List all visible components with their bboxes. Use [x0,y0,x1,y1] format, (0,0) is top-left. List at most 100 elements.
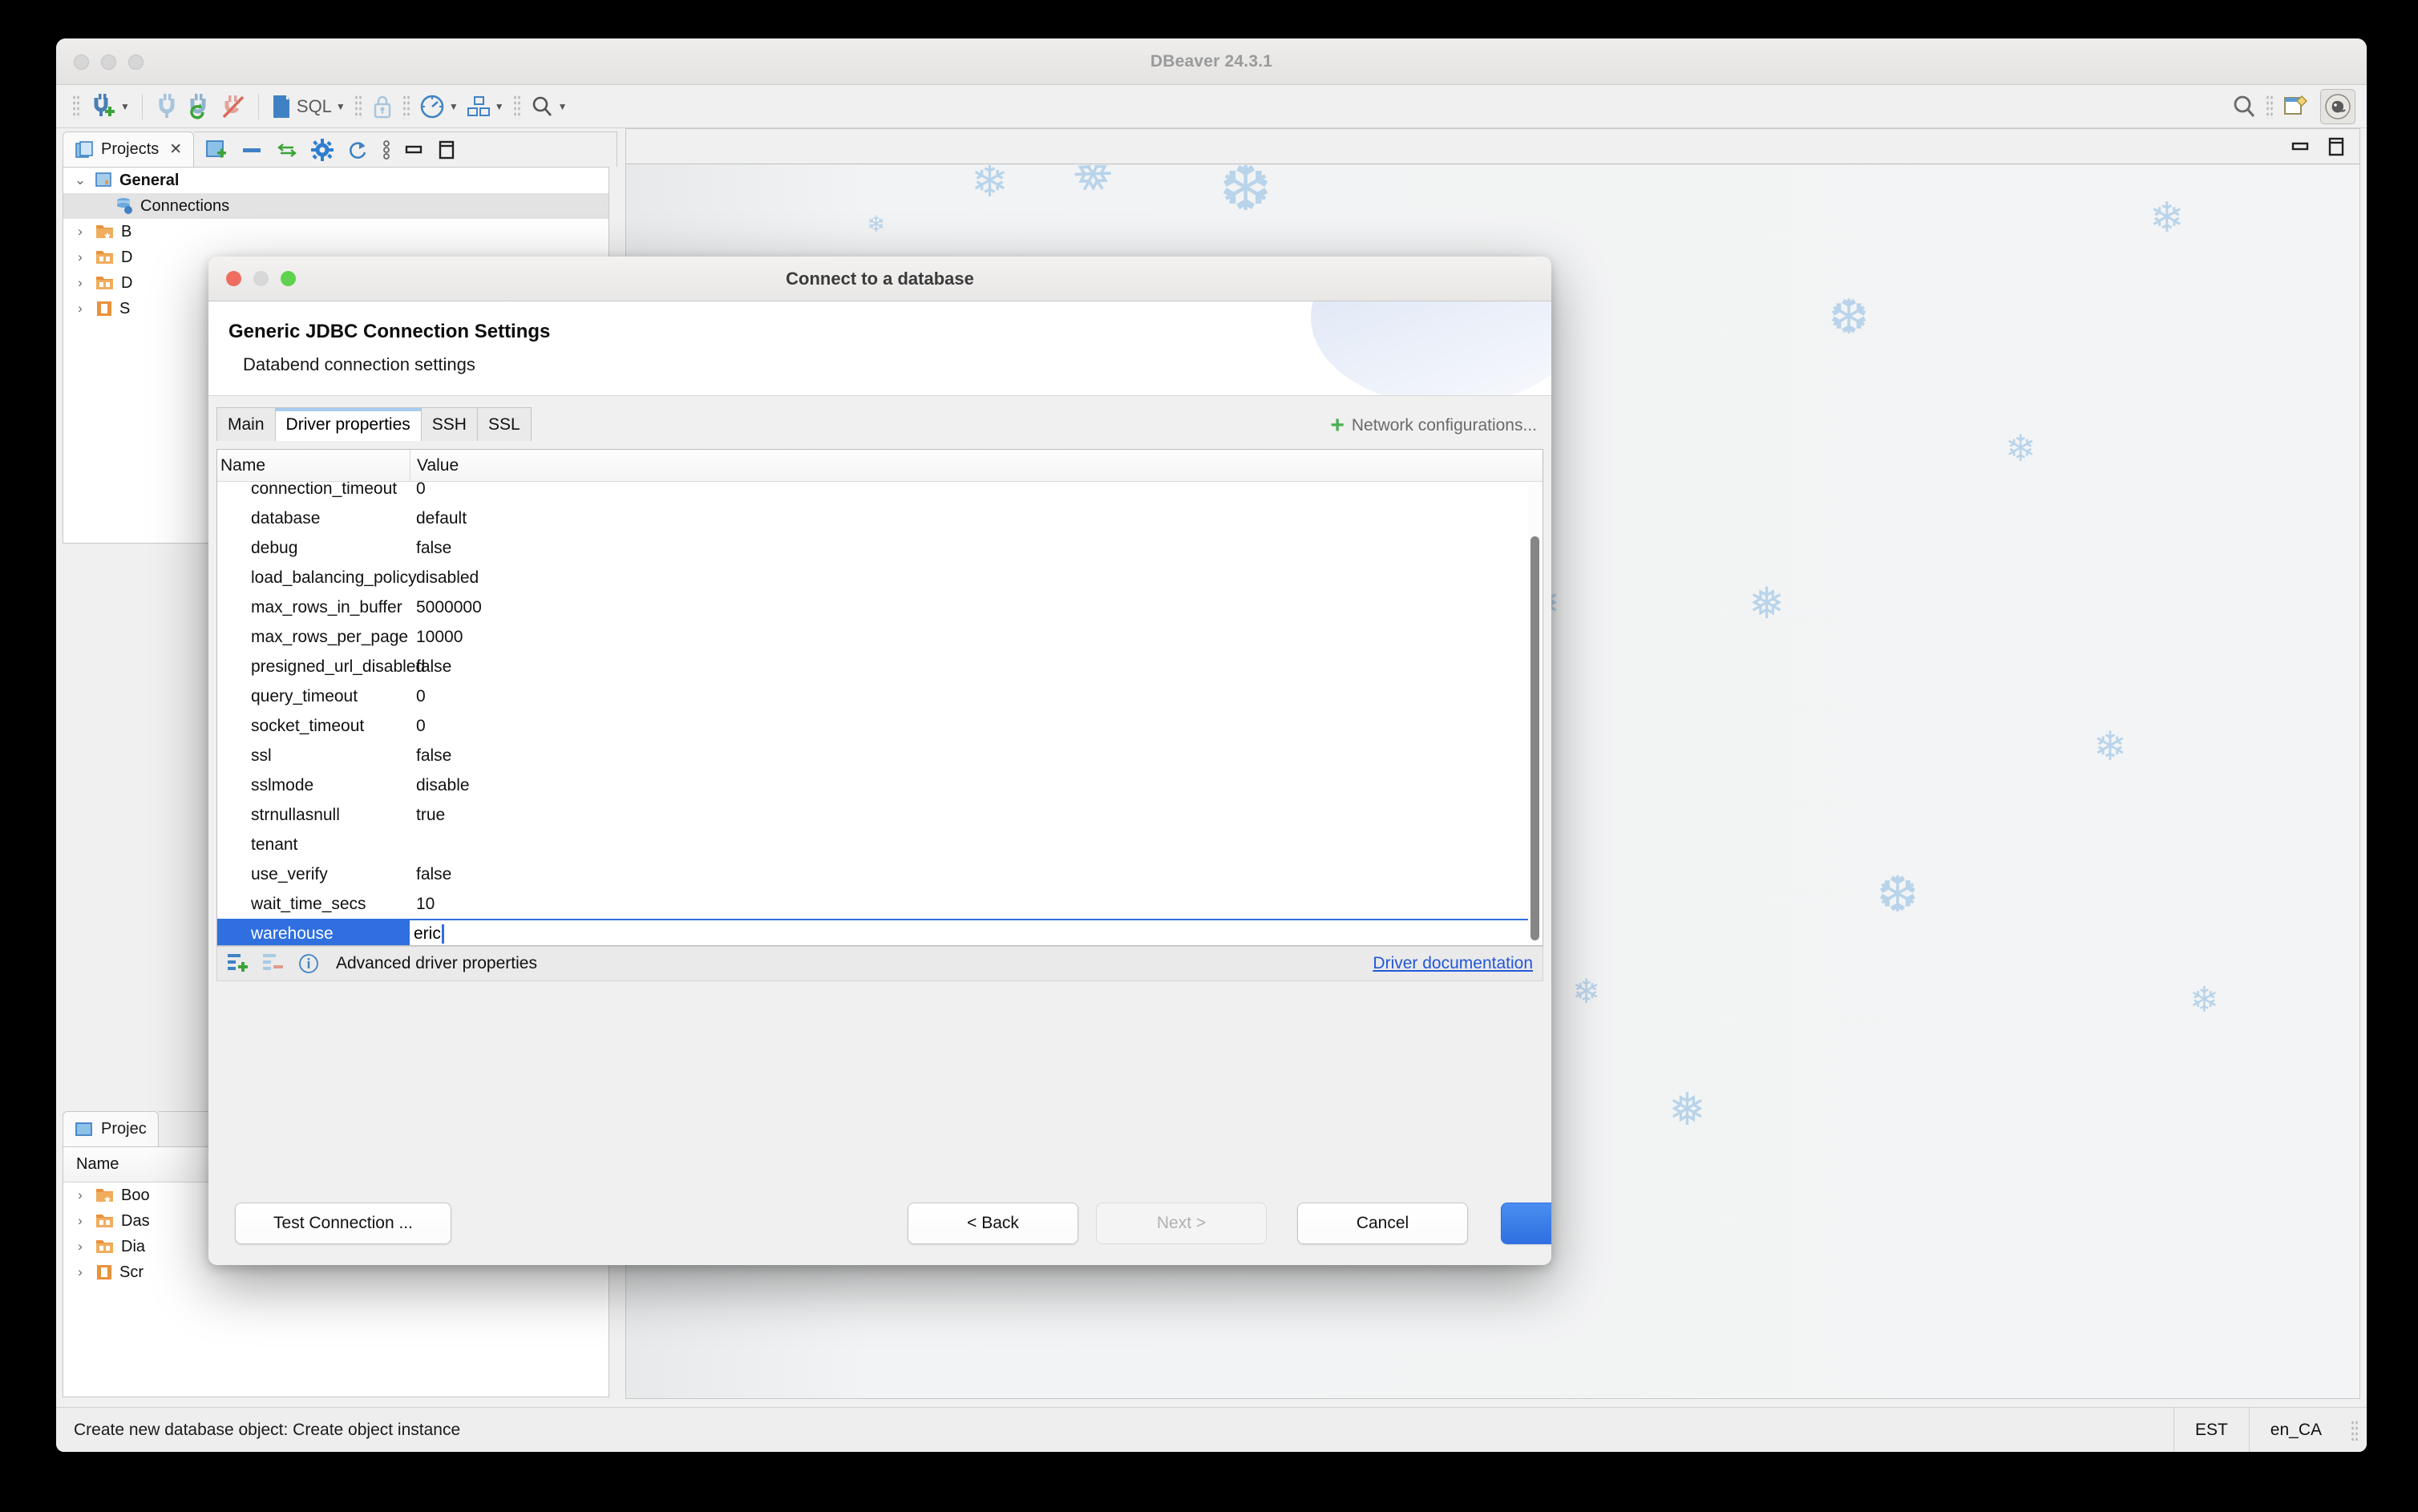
table-row[interactable]: connection_timeout 0 [217,482,1528,503]
chevron-right-icon[interactable]: › [71,249,89,265]
chevron-right-icon[interactable]: › [71,1239,89,1255]
property-value[interactable]: false [410,539,1528,558]
table-row[interactable]: use_verify false [217,859,1528,889]
table-row[interactable]: tenant [217,830,1528,859]
property-value[interactable]: disabled [410,568,1528,588]
global-search-button[interactable] [2227,89,2261,124]
scrollbar-thumb[interactable] [1530,536,1539,940]
tab-projects[interactable]: Projects ✕ [63,131,195,167]
table-vertical-scrollbar[interactable] [1528,483,1541,944]
toolbar-separator-2 [257,93,259,119]
maximize-icon[interactable] [2327,136,2345,157]
property-value[interactable]: 5000000 [410,598,1528,617]
statusbar-grip[interactable] [2351,1419,2359,1441]
disconnect-button[interactable] [216,89,250,124]
table-row[interactable]: database default [217,503,1528,533]
driver-properties-table[interactable]: Name Value connection_timeout 0 database… [216,449,1543,946]
tab-ssl-label: SSL [487,414,520,434]
property-value[interactable]: 0 [410,717,1528,736]
property-value[interactable]: false [410,865,1528,884]
chevron-down-icon[interactable]: ⌄ [71,172,89,188]
chevron-right-icon[interactable]: › [71,1187,89,1203]
chevron-right-icon[interactable]: › [71,301,89,317]
table-row[interactable]: ssl false [217,741,1528,770]
back-button[interactable]: < Back [908,1203,1078,1244]
remove-property-icon[interactable] [262,952,286,975]
toolbar-grip[interactable] [72,94,80,119]
toolbar-grip-5[interactable] [2266,94,2274,119]
property-value[interactable]: false [410,657,1528,677]
property-value-input[interactable]: eric [410,920,444,945]
refresh-icon[interactable] [346,139,369,161]
property-value[interactable]: 0 [410,687,1528,706]
maximize-icon[interactable] [438,139,455,160]
tree-row-general[interactable]: ⌄ General [63,168,609,193]
network-configurations-button[interactable]: + Network configurations... [1330,414,1537,438]
tab-main[interactable]: Main [216,407,276,441]
tab-ssh[interactable]: SSH [420,407,478,441]
dashboard-button[interactable]: ▼ [415,89,463,124]
chevron-right-icon[interactable]: › [71,224,89,240]
tab-projects-bottom[interactable]: Projec [63,1111,159,1146]
test-connection-button[interactable]: Test Connection ... [235,1203,451,1244]
table-row[interactable]: wait_time_secs 10 [217,889,1528,919]
property-value-editor-cell[interactable]: eric [410,920,1528,945]
tab-ssl[interactable]: SSL [476,407,532,441]
link-editor-icon[interactable] [276,141,298,159]
property-value[interactable]: false [410,746,1528,766]
column-header-name[interactable]: Name [217,450,410,481]
commit-mode-button[interactable] [367,89,398,124]
driver-documentation-link[interactable]: Driver documentation [1373,954,1533,973]
table-row[interactable]: load_balancing_policy disabled [217,563,1528,592]
sql-editor-button[interactable]: SQL ▼ [267,89,350,124]
lock-icon [374,95,391,118]
new-connection-button[interactable]: ▼ [85,89,134,124]
property-value[interactable]: 10000 [410,628,1528,647]
statusbar-locale[interactable]: en_CA [2248,1408,2343,1452]
minimize-icon[interactable] [2291,139,2311,155]
property-value[interactable]: 0 [410,482,1528,499]
table-row[interactable]: presigned_url_disabled false [217,652,1528,681]
table-row[interactable]: query_timeout 0 [217,681,1528,711]
statusbar-timezone[interactable]: EST [2173,1408,2249,1452]
property-value[interactable]: 10 [410,895,1528,914]
configure-icon[interactable] [311,138,334,161]
open-perspective-button[interactable] [2278,89,2312,124]
tree-row-bookmarks[interactable]: › B [63,219,609,245]
table-row[interactable]: strnullasnull true [217,800,1528,830]
chevron-right-icon[interactable]: › [71,1213,89,1229]
tab-ssh-label: SSH [431,414,467,434]
tree-label-diagrams-bottom: Dia [121,1237,146,1255]
minimize-icon[interactable] [404,142,425,158]
chevron-right-icon[interactable]: › [71,1264,89,1280]
toolbar-grip-3[interactable] [402,94,410,119]
toolbar-grip-2[interactable] [354,94,362,119]
table-row[interactable]: debug false [217,533,1528,563]
property-value[interactable]: true [410,806,1528,825]
add-property-icon[interactable] [227,952,251,975]
table-row-selected[interactable]: warehouse eric [217,919,1528,945]
new-project-icon[interactable] [205,139,228,161]
view-menu-icon[interactable] [382,139,391,161]
reconnect-button[interactable] [183,89,216,124]
toolbar-search-button[interactable]: ▼ [526,89,572,124]
column-header-value[interactable]: Value [410,450,1543,481]
cancel-button[interactable]: Cancel [1297,1203,1468,1244]
tab-driver-properties[interactable]: Driver properties [274,407,422,441]
finish-button[interactable]: Finish [1501,1203,1551,1244]
dialog-title: Connect to a database [786,269,974,289]
collapse-all-icon[interactable] [241,142,263,158]
close-icon[interactable]: ✕ [169,140,182,159]
connect-button[interactable] [151,89,183,124]
property-value[interactable]: default [410,509,1528,528]
toolbar-grip-4[interactable] [512,94,521,119]
table-row[interactable]: socket_timeout 0 [217,711,1528,741]
dbeaver-logo-button[interactable] [2320,88,2355,124]
tree-row-connections[interactable]: Connections [63,193,609,219]
chevron-right-icon[interactable]: › [71,275,89,291]
table-row[interactable]: max_rows_per_page 10000 [217,622,1528,652]
table-row[interactable]: sslmode disable [217,770,1528,800]
schema-button[interactable]: ▼ [463,89,508,124]
property-value[interactable]: disable [410,776,1528,795]
table-row[interactable]: max_rows_in_buffer 5000000 [217,592,1528,622]
